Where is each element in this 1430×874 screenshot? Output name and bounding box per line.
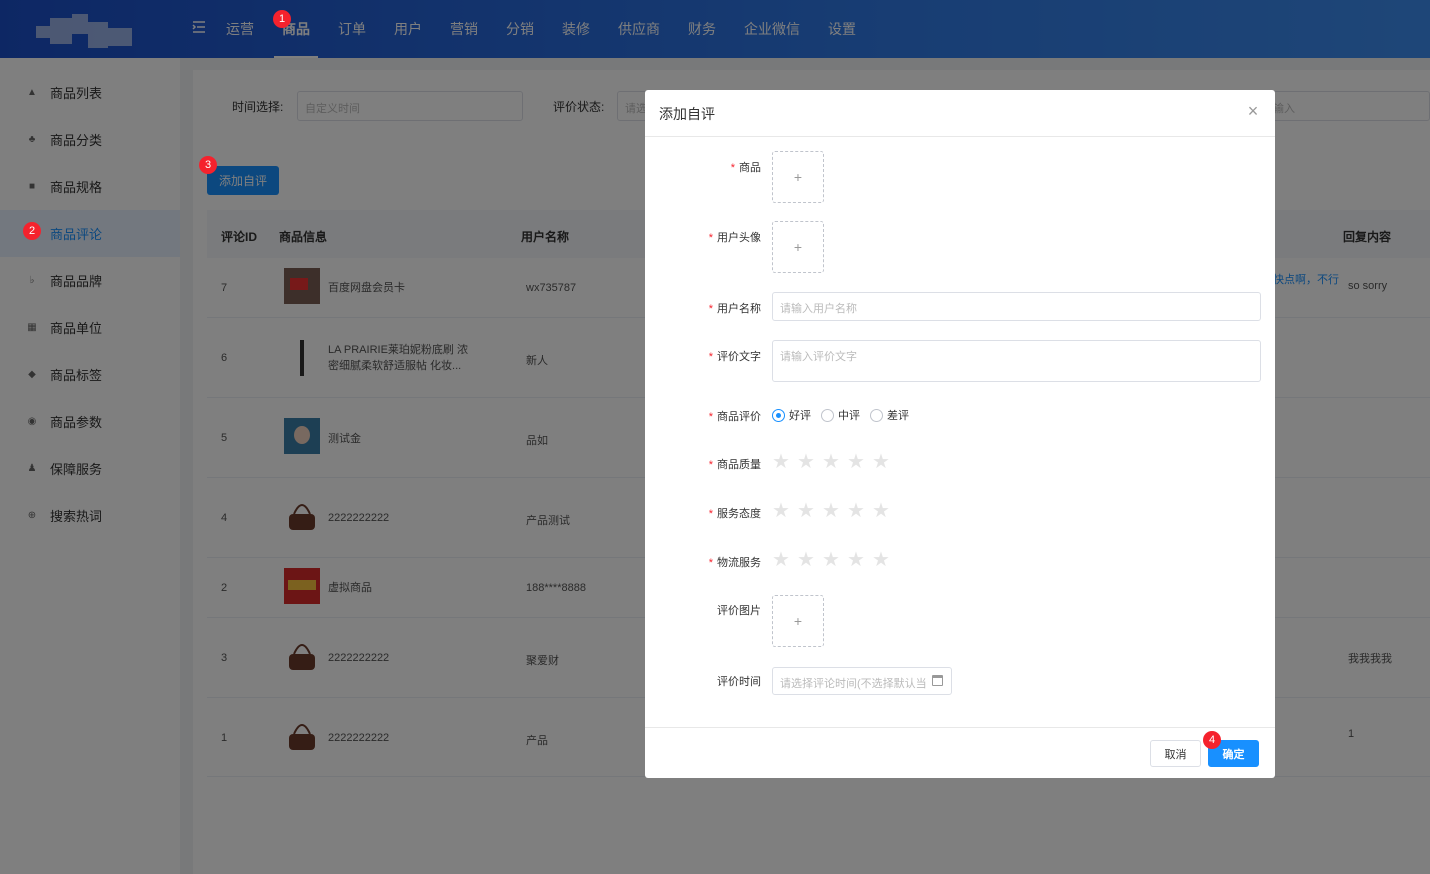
star-icon[interactable]: ★ — [797, 452, 822, 472]
radio-medium-label[interactable]: 中评 — [838, 407, 860, 423]
star-icon[interactable]: ★ — [847, 501, 872, 521]
star-icon[interactable]: ★ — [822, 501, 847, 521]
star-icon[interactable]: ★ — [772, 501, 797, 521]
star-icon[interactable]: ★ — [872, 550, 897, 570]
service-field-label: * 服务态度 — [708, 508, 761, 520]
radio-bad-label[interactable]: 差评 — [887, 407, 909, 423]
star-icon[interactable]: ★ — [797, 550, 822, 570]
star-icon[interactable]: ★ — [847, 550, 872, 570]
product-field-label: * 商品 — [730, 162, 761, 174]
plus-icon: + — [793, 169, 803, 185]
quality-field-label: * 商品质量 — [708, 459, 761, 471]
radio-good[interactable] — [772, 408, 785, 422]
logistics-star-rating: ★ ★ ★ ★ ★ — [772, 550, 897, 570]
star-icon[interactable]: ★ — [822, 452, 847, 472]
step-badge-4: 4 — [1203, 731, 1221, 749]
star-icon[interactable]: ★ — [797, 501, 822, 521]
time-placeholder: 请选择评论时间(不选择默认当 — [780, 678, 927, 690]
radio-medium[interactable] — [821, 408, 834, 422]
plus-icon: + — [793, 239, 803, 255]
review-time-picker[interactable]: 请选择评论时间(不选择默认当 — [772, 667, 952, 695]
star-icon[interactable]: ★ — [772, 550, 797, 570]
service-star-rating: ★ ★ ★ ★ ★ — [772, 501, 897, 521]
step-badge-3: 3 — [199, 156, 217, 174]
modal-title: 添加自评 — [659, 106, 715, 122]
comment-placeholder: 请输入评价文字 — [780, 351, 857, 363]
plus-icon: + — [793, 613, 803, 629]
username-placeholder: 请输入用户名称 — [780, 303, 857, 315]
cancel-button[interactable]: 取消 — [1150, 740, 1201, 767]
logistics-field-label: * 物流服务 — [708, 557, 761, 569]
star-icon[interactable]: ★ — [847, 452, 872, 472]
comment-field-label: * 评价文字 — [708, 351, 761, 363]
star-icon[interactable]: ★ — [872, 452, 897, 472]
product-select-button[interactable]: + — [772, 151, 824, 203]
star-icon[interactable]: ★ — [772, 452, 797, 472]
radio-good-label[interactable]: 好评 — [789, 407, 811, 423]
modal-footer: 取消 确定 — [645, 727, 1275, 778]
images-upload-button[interactable]: + — [772, 595, 824, 647]
time-field-label: 评价时间 — [717, 676, 761, 688]
add-review-modal: 添加自评 × * 商品 + * 用户头像 + * 用户名称 请输入用户名称 * 评价文字… — [645, 90, 1275, 778]
quality-star-rating: ★ ★ ★ ★ ★ — [772, 452, 897, 472]
comment-textarea[interactable]: 请输入评价文字 — [772, 340, 1261, 382]
avatar-upload-button[interactable]: + — [772, 221, 824, 273]
star-icon[interactable]: ★ — [872, 501, 897, 521]
username-field-label: * 用户名称 — [708, 303, 761, 315]
calendar-icon — [932, 675, 943, 686]
avatar-field-label: * 用户头像 — [708, 232, 761, 244]
step-badge-2: 2 — [23, 222, 41, 240]
radio-bad[interactable] — [870, 408, 883, 422]
images-field-label: 评价图片 — [717, 605, 761, 617]
modal-header: 添加自评 × — [645, 90, 1275, 137]
rating-field-label: * 商品评价 — [708, 411, 761, 423]
star-icon[interactable]: ★ — [822, 550, 847, 570]
step-badge-1: 1 — [273, 10, 291, 28]
close-icon[interactable]: × — [1245, 102, 1261, 120]
rating-radio-group: 好评 中评 差评 — [772, 407, 919, 423]
username-input[interactable]: 请输入用户名称 — [772, 292, 1261, 321]
